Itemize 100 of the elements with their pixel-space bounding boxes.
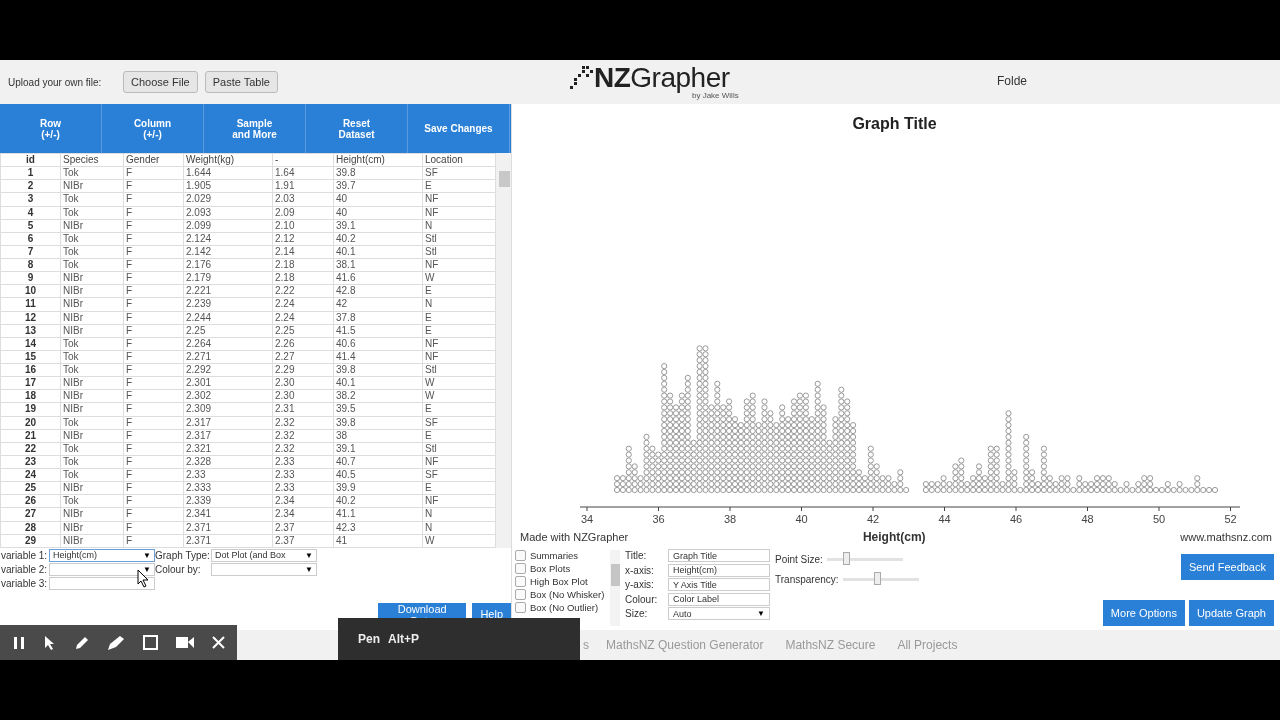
tick-label: 42 — [866, 513, 880, 525]
table-cell: 2.142 — [183, 245, 273, 259]
credit-text: Made with NZGrapher — [520, 531, 629, 543]
table-cell: 40.7 — [333, 455, 423, 469]
table-cell: 1.91 — [272, 179, 334, 193]
table-cell: F — [123, 219, 184, 233]
table-cell: 26 — [0, 494, 61, 508]
scrollbar[interactable] — [496, 153, 511, 548]
table-cell: 8 — [0, 258, 61, 272]
variable-select[interactable]: Height(cm) ▼ — [49, 548, 155, 562]
variable-field[interactable] — [49, 576, 155, 590]
table-cell: 2.37 — [272, 534, 334, 548]
checkbox[interactable] — [515, 563, 526, 574]
checkbox[interactable] — [515, 576, 526, 587]
highlighter-icon[interactable] — [107, 634, 126, 651]
table-cell: 2.124 — [183, 232, 273, 246]
slider-label: Point Size: — [775, 553, 823, 565]
table-cell: 2.37 — [272, 521, 334, 535]
table-cell: 40.1 — [333, 245, 423, 259]
table-cell: NIBr — [60, 271, 124, 285]
table-cell: 39.9 — [333, 481, 423, 495]
footer-link[interactable]: MathsNZ Question Generator — [606, 638, 764, 652]
file-button[interactable]: Choose File — [123, 71, 198, 93]
table-cell: 2.239 — [183, 297, 273, 311]
slider-thumb[interactable] — [874, 571, 882, 585]
footer-link[interactable]: s — [583, 638, 589, 652]
feedback-button[interactable]: Send Feedback — [1180, 554, 1274, 580]
graph-button[interactable]: Update Graph — [1188, 600, 1274, 626]
camera-icon[interactable] — [176, 636, 195, 649]
variable-label: variable 3: — [1, 577, 49, 589]
checkbox[interactable] — [515, 589, 526, 600]
graph-button[interactable]: More Options — [1102, 600, 1185, 626]
option-select[interactable]: ▼ — [211, 562, 317, 576]
table-cell: 13 — [0, 324, 61, 338]
scrollbar[interactable] — [610, 550, 620, 626]
table-cell: N — [422, 521, 496, 535]
file-button[interactable]: Paste Table — [204, 71, 278, 93]
pointer-icon[interactable] — [43, 634, 56, 651]
table-cell: NF — [422, 494, 496, 508]
table-cell: F — [123, 284, 184, 298]
table-cell: 39.1 — [333, 219, 423, 233]
table-cell: 41.5 — [333, 324, 423, 338]
shortcut-text: Alt+P — [388, 632, 420, 646]
variable-select[interactable]: ▼ — [49, 562, 155, 576]
text-field[interactable]: Y Axis Title — [668, 578, 770, 592]
close-icon[interactable] — [212, 636, 225, 649]
table-cell: 1.644 — [183, 166, 273, 180]
table-cell: NIBr — [60, 376, 124, 390]
table-cell: F — [123, 311, 184, 325]
checkbox[interactable] — [515, 550, 526, 561]
column-header: Species — [60, 153, 124, 167]
text-field[interactable]: Graph Title — [668, 549, 770, 563]
table-cell: 40.1 — [333, 376, 423, 390]
option-select[interactable]: Dot Plot (and Box ▼ — [211, 548, 317, 562]
tick-label: 38 — [723, 513, 737, 525]
table-cell: E — [422, 429, 496, 443]
table-cell: Tok — [60, 416, 124, 430]
footer-link[interactable]: MathsNZ Secure — [785, 638, 876, 652]
text-field[interactable]: Color Label — [668, 592, 770, 606]
graph-title: Graph Title — [851, 114, 938, 133]
table-cell: SF — [422, 416, 496, 430]
table-cell: 40.6 — [333, 337, 423, 351]
table-cell: 41.4 — [333, 350, 423, 364]
square-icon[interactable] — [143, 635, 159, 650]
table-cell: 2.333 — [183, 481, 273, 495]
table-cell: E — [422, 311, 496, 325]
table-cell: NF — [422, 258, 496, 272]
table-cell: 2.25 — [183, 324, 273, 338]
slider-label: Transparency: — [775, 573, 839, 585]
table-cell: 39.8 — [333, 416, 423, 430]
table-cell: 2.09 — [272, 206, 334, 220]
text-field[interactable]: Height(cm) — [668, 563, 770, 577]
table-cell: 41.6 — [333, 271, 423, 285]
table-cell: 38.1 — [333, 258, 423, 272]
table-cell: F — [123, 245, 184, 259]
table-cell: F — [123, 179, 184, 193]
table-cell: F — [123, 389, 184, 403]
checkbox-label: Summaries — [530, 550, 579, 561]
table-cell: 16 — [0, 363, 61, 377]
logo-text: NZGrapher — [594, 62, 730, 93]
pause-icon[interactable] — [11, 635, 26, 650]
checkbox-label: Box Plots — [530, 563, 571, 574]
table-cell: F — [123, 337, 184, 351]
table-cell: NIBr — [60, 284, 124, 298]
tick-label: 44 — [938, 513, 951, 525]
table-cell: 2.328 — [183, 455, 273, 469]
table-cell: 2.24 — [272, 311, 334, 325]
table-cell: 2.221 — [183, 284, 273, 298]
slider-thumb[interactable] — [843, 551, 851, 565]
table-cell: NIBr — [60, 324, 124, 338]
table-cell: F — [123, 468, 184, 482]
footer-link[interactable]: All Projects — [897, 638, 958, 652]
table-cell: Tok — [60, 258, 124, 272]
table-cell: E — [422, 284, 496, 298]
table-cell: 2.301 — [183, 376, 273, 390]
pen-icon[interactable] — [73, 634, 90, 651]
size-select[interactable]: Auto ▼ — [668, 607, 770, 621]
column-header: - — [272, 153, 334, 167]
checkbox-label: High Box Plot — [530, 576, 588, 587]
checkbox[interactable] — [515, 602, 526, 613]
